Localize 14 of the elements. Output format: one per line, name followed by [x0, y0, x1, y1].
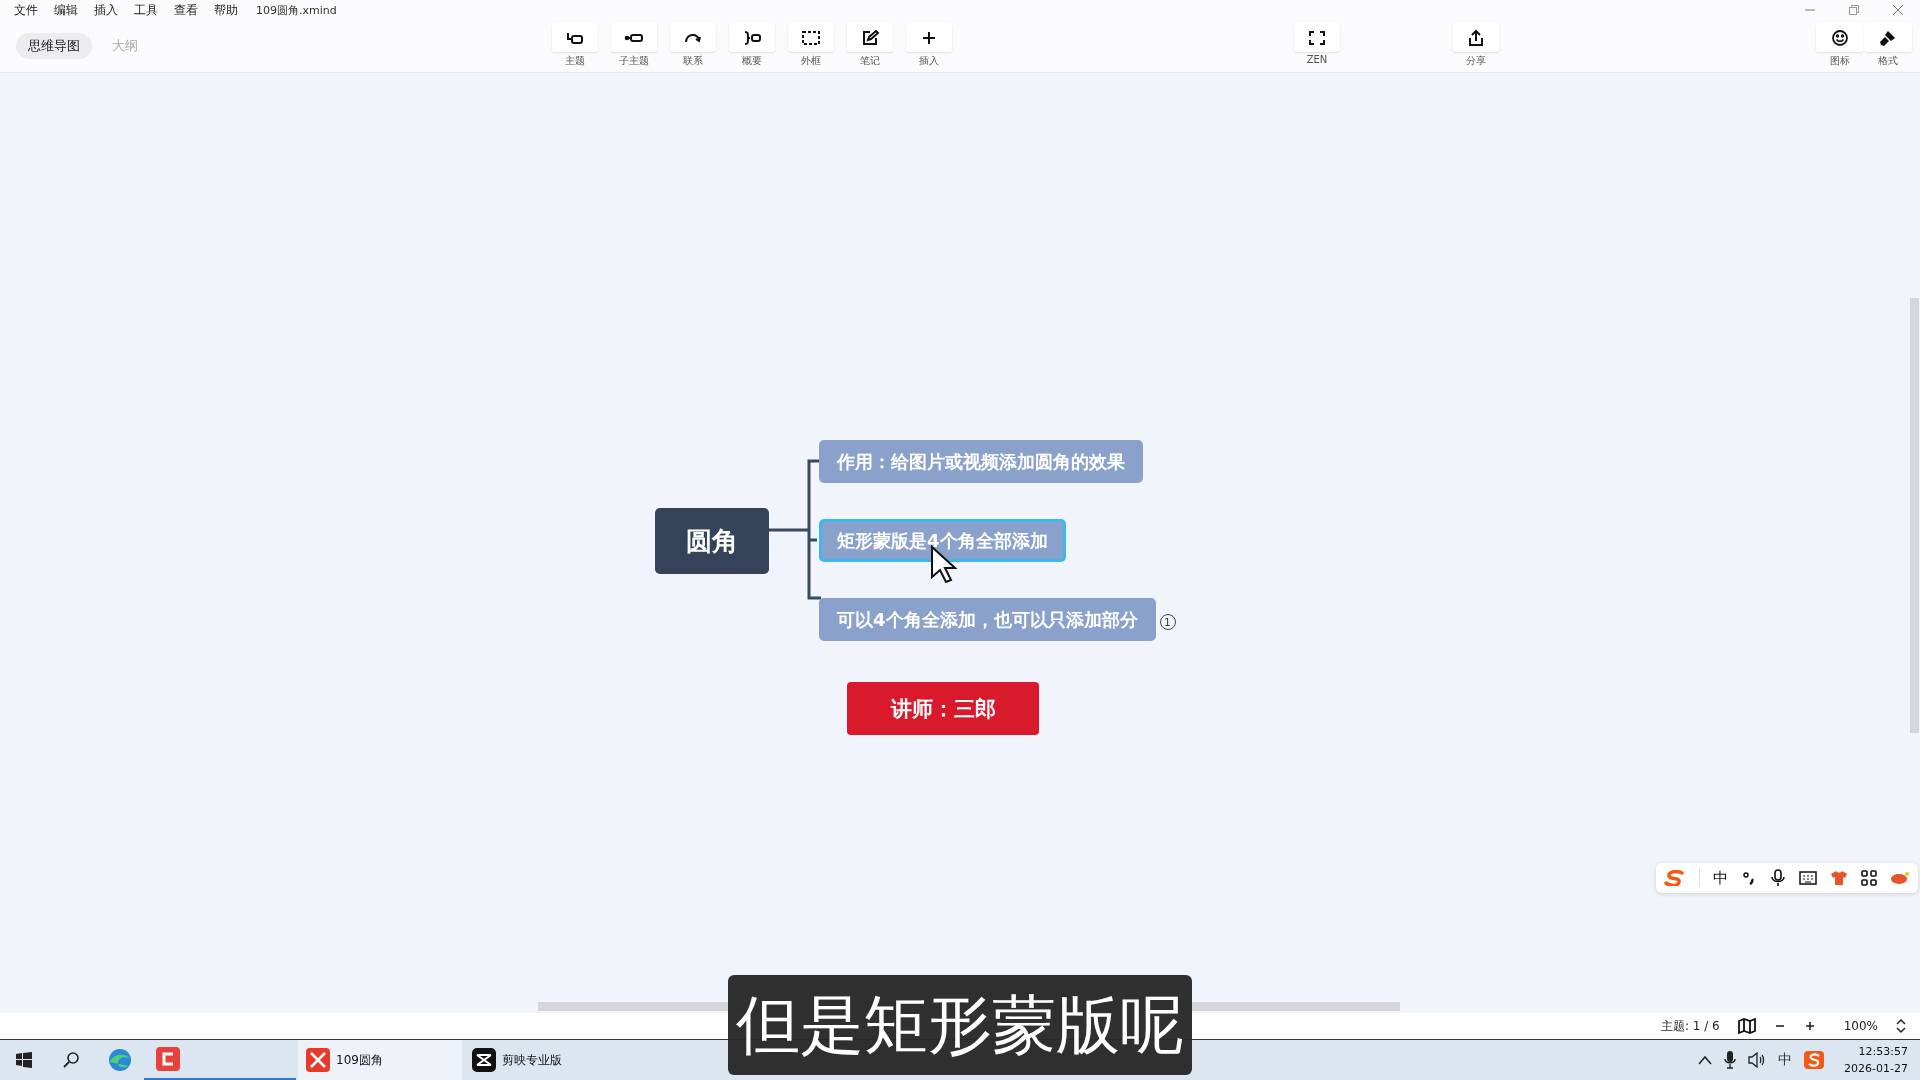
tool-label: 分享 [1466, 54, 1486, 68]
tool-label: ZEN [1306, 54, 1328, 65]
file-name: 109圆角.xmind [256, 2, 337, 18]
tool-label: 图标 [1830, 54, 1850, 68]
tool-label: 插入 [919, 54, 939, 68]
tool-label: 笔记 [860, 54, 880, 68]
topic-count: 主题: 1 / 6 [1660, 1017, 1720, 1035]
tool-label: 外框 [801, 54, 821, 68]
tool-label: 联系 [683, 54, 703, 68]
tool-label: 主题 [565, 54, 585, 68]
subtitle-toast: 但是矩形蒙版呢 [728, 975, 1192, 1075]
tool-label: 子主题 [619, 54, 649, 68]
tool-label: 概要 [742, 54, 762, 68]
tool-label: 格式 [1878, 54, 1898, 68]
